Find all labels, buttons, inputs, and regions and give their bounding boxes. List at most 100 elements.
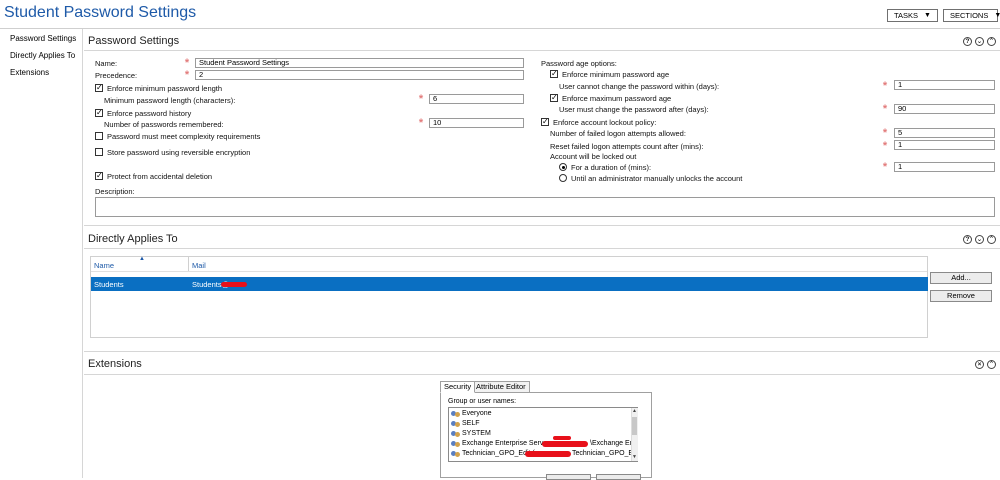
description-label: Description: [95,187,135,196]
collapse-icon[interactable]: ⌃ [987,37,996,46]
section-divider [84,248,1000,249]
required-icon: * [882,161,888,173]
enforce-history-checkbox[interactable]: ✓ [95,109,103,117]
list-item[interactable]: SELF [462,420,480,427]
name-input[interactable]: Student Password Settings [195,58,524,68]
protect-deletion-label: Protect from accidental deletion [107,172,213,181]
max-age-input[interactable]: 90 [894,104,995,114]
enforce-history-label: Enforce password history [107,109,192,118]
user-group-icon [451,451,460,458]
tab-security[interactable]: Security [440,381,476,393]
required-icon: * [418,117,424,129]
min-length-label: Minimum password length (characters): [104,96,236,105]
min-age-label: User cannot change the password within (… [559,82,720,91]
manual-unlock-radio[interactable] [559,174,567,182]
column-header-mail[interactable]: Mail [192,261,206,270]
enforce-lockout-label: Enforce account lockout policy: [553,118,657,127]
complexity-label: Password must meet complexity requiremen… [107,132,261,141]
required-icon: * [184,57,190,69]
title-divider [0,28,1000,29]
enforce-lockout-checkbox[interactable]: ✓ [541,118,549,126]
nav-item-password-settings[interactable]: Password Settings [10,34,76,43]
name-label: Name: [95,59,118,68]
locked-out-label: Account will be locked out [550,152,637,161]
group-names-label: Group or user names: [448,398,517,405]
add-button[interactable]: Add... [930,272,992,284]
required-icon: * [882,80,888,92]
failed-attempts-input[interactable]: 5 [894,128,995,138]
list-item[interactable]: Exchange Enterprise Servers [462,440,553,447]
sections-label: SECTIONS [950,11,989,20]
remove-permission-button[interactable] [596,474,641,480]
sort-ascending-icon: ▲ [139,256,145,262]
duration-radio[interactable] [559,163,567,171]
redaction-mark [525,451,571,457]
required-icon: * [882,140,888,152]
failed-attempts-label: Number of failed logon attempts allowed: [550,129,686,138]
scroll-down-icon[interactable]: ▼ [632,454,637,460]
scroll-up-icon[interactable]: ▲ [632,408,637,414]
complexity-checkbox[interactable] [95,132,103,140]
required-icon: * [184,69,190,81]
help-icon[interactable]: ? [963,235,972,244]
remove-button[interactable]: Remove [930,290,992,302]
remembered-input[interactable]: 10 [429,118,524,128]
extensions-title: Extensions [88,358,142,370]
dropdown-arrow-icon: ▼ [994,12,1000,19]
enforce-min-length-label: Enforce minimum password length [107,84,223,93]
tasks-button[interactable]: TASKS ▼ [887,9,938,22]
enforce-max-age-label: Enforce maximum password age [562,94,672,103]
add-permission-button[interactable] [546,474,591,480]
min-length-input[interactable]: 6 [429,94,524,104]
remembered-label: Number of passwords remembered: [104,120,224,129]
window-title: Student Password Settings [4,4,197,21]
expand-icon[interactable]: ⌄ [975,235,984,244]
directly-applies-title: Directly Applies To [88,233,178,245]
close-icon[interactable]: × [975,360,984,369]
section-divider [84,225,1000,226]
user-group-icon [451,431,460,438]
column-header-name[interactable]: Name [94,261,114,270]
list-item-continuation: Technician_GPO_E [572,450,634,457]
collapse-icon[interactable]: ⌃ [987,360,996,369]
reversible-label: Store password using reversible encrypti… [107,148,251,157]
protect-deletion-checkbox[interactable]: ✓ [95,172,103,180]
user-group-icon [451,421,460,428]
reset-count-input[interactable]: 1 [894,140,995,150]
min-age-input[interactable]: 1 [894,80,995,90]
reversible-checkbox[interactable] [95,148,103,156]
list-item-continuation: \Exchange Ent [590,440,636,447]
required-icon: * [882,103,888,115]
max-age-label: User must change the password after (day… [559,105,709,114]
enforce-min-length-checkbox[interactable]: ✓ [95,84,103,92]
header-divider [91,271,927,272]
redaction-mark [221,282,247,287]
list-item[interactable]: Everyone [462,410,492,417]
expand-icon[interactable]: ⌄ [975,37,984,46]
tasks-label: TASKS [894,11,919,20]
nav-item-directly-applies-to[interactable]: Directly Applies To [10,51,75,60]
scroll-thumb[interactable] [632,417,637,435]
precedence-label: Precedence: [95,71,138,80]
help-icon[interactable]: ? [963,37,972,46]
nav-item-extensions[interactable]: Extensions [10,68,49,77]
enforce-min-age-checkbox[interactable]: ✓ [550,70,558,78]
list-item[interactable]: Technician_GPO_Edit ( [462,450,535,457]
duration-input[interactable]: 1 [894,162,995,172]
user-group-icon [451,441,460,448]
section-divider [84,351,1000,352]
precedence-input[interactable]: 2 [195,70,524,80]
list-item[interactable]: SYSTEM [462,430,491,437]
age-options-label: Password age options: [541,59,617,68]
enforce-max-age-checkbox[interactable]: ✓ [550,94,558,102]
required-icon: * [418,93,424,105]
redaction-mark [553,436,571,440]
sections-button[interactable]: SECTIONS ▼ [943,9,1000,22]
description-input[interactable] [95,197,995,217]
section-divider [84,374,1000,375]
collapse-icon[interactable]: ⌃ [987,235,996,244]
reset-count-label: Reset failed logon attempts count after … [550,142,704,151]
column-separator [188,257,189,271]
nav-divider [82,29,83,478]
redaction-mark [542,441,588,447]
